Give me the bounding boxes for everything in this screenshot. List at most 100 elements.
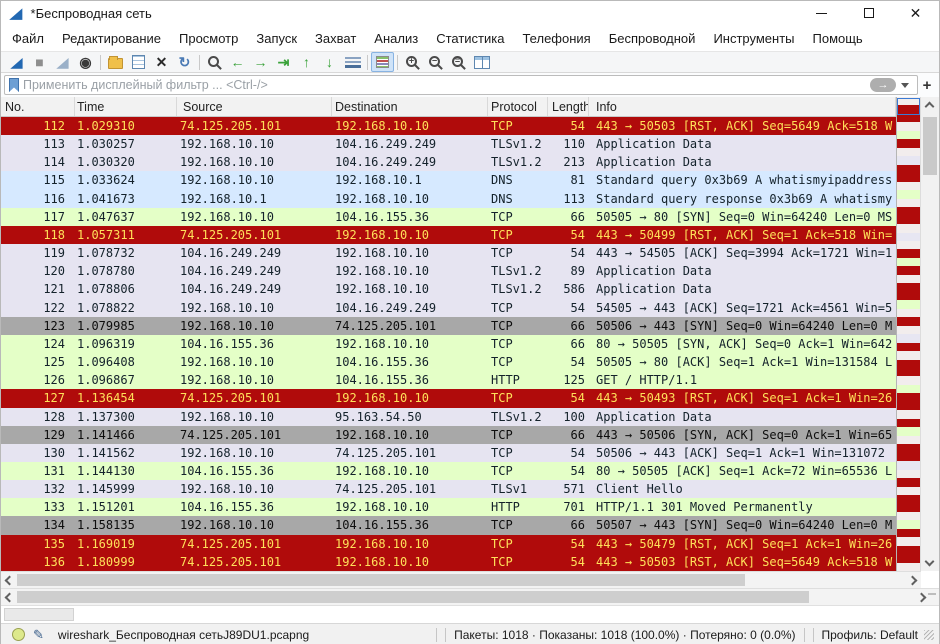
table-row[interactable]: 1321.145999192.168.10.1074.125.205.101TL… [1,480,896,498]
table-row[interactable]: 1331.151201104.16.155.36192.168.10.10HTT… [1,498,896,516]
scroll-left-icon[interactable] [5,593,15,603]
table-row[interactable]: 1151.033624192.168.10.10192.168.10.1DNS8… [1,171,896,189]
profile-label[interactable]: Профиль: Default [818,628,923,642]
last-packet-button[interactable]: ↓ [318,52,341,72]
capture-options-button[interactable]: ◉ [74,52,97,72]
close-button[interactable]: ✕ [892,1,939,25]
cell-info: Application Data [589,262,896,280]
column-header-src[interactable]: Source [177,97,332,116]
resize-columns-button[interactable] [470,52,493,72]
table-row[interactable]: 1211.078806104.16.249.249192.168.10.10TL… [1,280,896,298]
menu-item-10[interactable]: Помощь [804,31,872,46]
open-file-button[interactable] [104,52,127,72]
table-row[interactable]: 1261.096867192.168.10.10104.16.155.36HTT… [1,371,896,389]
cell-len: 54 [548,535,589,553]
table-row[interactable]: 1351.16901974.125.205.101192.168.10.10TC… [1,535,896,553]
display-filter-input[interactable] [23,78,870,92]
resize-grip[interactable] [924,630,934,640]
minimap-stripe [897,266,920,274]
table-row[interactable]: 1201.078780104.16.249.249192.168.10.10TL… [1,262,896,280]
column-header-dst[interactable]: Destination [332,97,488,116]
scroll-right-icon[interactable] [917,593,927,603]
minimap[interactable] [896,97,920,571]
vertical-scrollbar[interactable] [920,97,939,571]
zoom-out-button[interactable] [424,52,447,72]
horizontal-scrollbar-list[interactable] [1,571,921,588]
previous-packet-button[interactable]: ← [226,52,249,72]
filter-dropdown-button[interactable] [896,83,914,88]
column-header-time[interactable]: Time [75,97,177,116]
autoscroll-button[interactable] [341,52,364,72]
cell-src: 192.168.10.10 [177,408,332,426]
stop-capture-button[interactable]: ■ [28,52,51,72]
table-row[interactable]: 1291.14146674.125.205.101192.168.10.10TC… [1,426,896,444]
column-header-info[interactable]: Info [589,97,896,116]
table-row[interactable]: 1281.137300192.168.10.1095.163.54.50TLSv… [1,408,896,426]
horizontal-scrollbar-secondary[interactable] [1,588,939,605]
goto-packet-button[interactable]: ⇥ [272,52,295,72]
next-packet-button[interactable]: → [249,52,272,72]
column-header-proto[interactable]: Protocol [488,97,548,116]
cell-proto: TCP [488,389,548,407]
display-filter-field[interactable]: → [4,75,918,95]
table-row[interactable]: 1181.05731174.125.205.101192.168.10.10TC… [1,226,896,244]
scroll-up-icon[interactable] [925,102,935,112]
table-row[interactable]: 1271.13645474.125.205.101192.168.10.10TC… [1,389,896,407]
expert-info-icon[interactable] [12,628,25,641]
zoom-original-button[interactable] [447,52,470,72]
cell-no: 113 [1,135,75,153]
filter-bookmark-icon[interactable] [9,78,19,92]
table-row[interactable]: 1251.096408192.168.10.10104.16.155.36TCP… [1,353,896,371]
vertical-scroll-thumb[interactable] [923,117,937,175]
horizontal-scroll-thumb[interactable] [17,574,745,586]
restart-capture-button[interactable]: ◢ [51,52,74,72]
table-row[interactable]: 1241.096319104.16.155.36192.168.10.10TCP… [1,335,896,353]
minimize-button[interactable] [798,1,845,25]
menu-item-9[interactable]: Инструменты [704,31,803,46]
table-row[interactable]: 1231.079985192.168.10.1074.125.205.101TC… [1,317,896,335]
scroll-down-icon[interactable] [925,557,935,567]
close-file-button[interactable]: ✕ [150,52,173,72]
zoom-in-button[interactable] [401,52,424,72]
colorize-button[interactable] [371,52,394,72]
start-capture-button[interactable]: ◢ [5,52,28,72]
table-row[interactable]: 1221.078822192.168.10.10104.16.249.249TC… [1,299,896,317]
scroll-left-icon[interactable] [5,576,15,586]
menu-item-3[interactable]: Запуск [247,31,306,46]
table-row[interactable]: 1171.047637192.168.10.10104.16.155.36TCP… [1,208,896,226]
scroll-right-icon[interactable] [908,576,918,586]
table-row[interactable]: 1121.02931074.125.205.101192.168.10.10TC… [1,117,896,135]
menu-item-7[interactable]: Телефония [513,31,599,46]
horizontal-scroll-thumb[interactable] [17,591,809,603]
add-filter-button[interactable]: + [918,77,936,94]
menu-item-6[interactable]: Статистика [427,31,513,46]
column-header-len[interactable]: Length [548,97,589,116]
save-file-button[interactable] [127,52,150,72]
capture-comment-icon[interactable]: ✎ [33,627,44,643]
cell-info: 443 → 50503 [RST, ACK] Seq=5649 Ack=518 … [589,117,896,135]
table-row[interactable]: 1191.078732104.16.249.249192.168.10.10TC… [1,244,896,262]
table-row[interactable]: 1161.041673192.168.10.1192.168.10.10DNS1… [1,190,896,208]
table-row[interactable]: 1141.030320192.168.10.10104.16.249.249TL… [1,153,896,171]
cell-no: 119 [1,244,75,262]
menu-item-8[interactable]: Беспроводной [600,31,705,46]
column-header-no[interactable]: No. [1,97,75,116]
table-row[interactable]: 1131.030257192.168.10.10104.16.249.249TL… [1,135,896,153]
filter-bar: → + [1,73,939,97]
menu-item-2[interactable]: Просмотр [170,31,247,46]
menu-item-0[interactable]: Файл [3,31,53,46]
first-packet-button[interactable]: ↑ [295,52,318,72]
menu-item-1[interactable]: Редактирование [53,31,170,46]
menu-item-5[interactable]: Анализ [365,31,427,46]
apply-filter-button[interactable]: → [870,78,896,92]
statusbar-divider [813,628,814,642]
menu-item-4[interactable]: Захват [306,31,365,46]
table-row[interactable]: 1311.144130104.16.155.36192.168.10.10TCP… [1,462,896,480]
table-row[interactable]: 1361.18099974.125.205.101192.168.10.10TC… [1,553,896,571]
reload-file-button[interactable]: ↻ [173,52,196,72]
table-row[interactable]: 1341.158135192.168.10.10104.16.155.36TCP… [1,516,896,534]
find-packet-button[interactable] [203,52,226,72]
table-row[interactable]: 1301.141562192.168.10.1074.125.205.101TC… [1,444,896,462]
maximize-button[interactable] [845,1,892,25]
cell-no: 114 [1,153,75,171]
